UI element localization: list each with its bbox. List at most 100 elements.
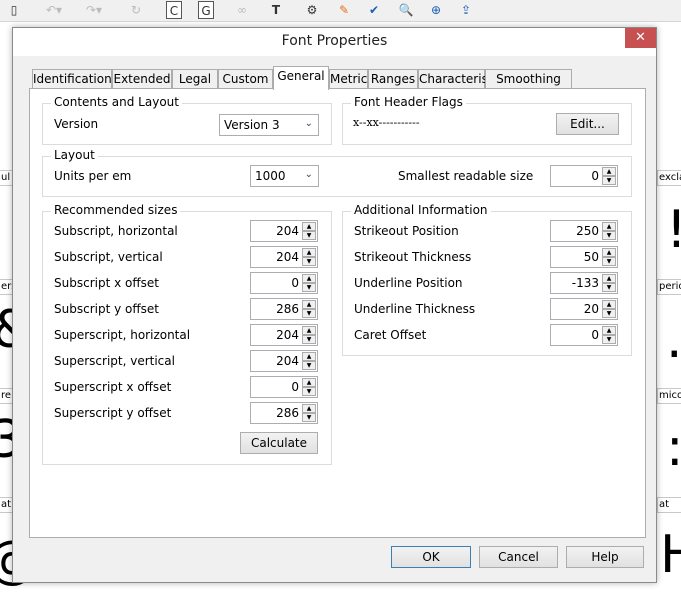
preview-icon[interactable]: 🔍 [396,1,416,19]
close-button[interactable]: ✕ [625,28,656,48]
field-label: Strikeout Position [354,224,459,238]
spin-down-icon[interactable]: ▼ [302,361,316,370]
tab-ranges[interactable]: Ranges [368,69,418,89]
glyph-preview[interactable]: H [660,525,681,585]
spin-up-icon[interactable]: ▲ [602,326,616,335]
value-spinner[interactable]: 204 ▲ ▼ [250,324,318,346]
value-spinner[interactable]: 286 ▲ ▼ [250,402,318,424]
spin-up-icon[interactable]: ▲ [302,326,316,335]
value-spinner[interactable]: 20 ▲ ▼ [550,298,618,320]
value-spinner[interactable]: 0 ▲ ▼ [550,324,618,346]
spin-down-icon[interactable]: ▼ [602,176,616,185]
glyph-preview[interactable]: . [666,310,681,370]
spin-down-icon[interactable]: ▼ [302,335,316,344]
version-select[interactable]: Version 3 ⌄ [219,114,319,136]
value-spinner[interactable]: 50 ▲ ▼ [550,246,618,268]
spinner-value: 20 [583,302,599,316]
value-spinner[interactable]: 250 ▲ ▼ [550,220,618,242]
spin-down-icon[interactable]: ▼ [602,283,616,292]
tab-identification[interactable]: Identification [32,69,112,89]
glyph-preview[interactable]: : [666,418,681,478]
help-button[interactable]: Help [566,546,644,568]
additional-information-group: Additional Information Strikeout Positio… [342,203,632,356]
link-icon[interactable]: ∞ [232,1,252,19]
value-spinner[interactable]: 204 ▲ ▼ [250,220,318,242]
spinner-value: 204 [276,354,299,368]
value-spinner[interactable]: 204 ▲ ▼ [250,246,318,268]
cancel-button[interactable]: Cancel [479,546,558,568]
tab-smoothing[interactable]: Smoothing [485,69,572,89]
spin-down-icon[interactable]: ▼ [302,231,316,240]
spinner-value: 50 [583,250,599,264]
glyph-cell-label: at [657,497,681,513]
units-per-em-select[interactable]: 1000 ⌄ [250,165,319,187]
spin-up-icon[interactable]: ▲ [602,167,616,176]
upload-icon[interactable]: ⇪ [456,1,476,19]
spinner-value: 286 [276,302,299,316]
spin-up-icon[interactable]: ▲ [602,274,616,283]
spinner-value: 204 [276,250,299,264]
contents-layout-group: Contents and Layout Version Version 3 ⌄ [42,95,332,145]
field-label: Subscript, horizontal [54,224,178,238]
field-label: Subscript x offset [54,276,159,290]
tab-legal[interactable]: Legal [172,69,218,89]
tab-metrics[interactable]: Metrics [329,69,374,89]
refresh-icon[interactable]: ↻ [126,1,146,19]
spin-up-icon[interactable]: ▲ [302,274,316,283]
spin-down-icon[interactable]: ▼ [302,283,316,292]
page-icon[interactable]: ▯ [4,1,24,19]
spin-up-icon[interactable]: ▲ [302,222,316,231]
validate-icon[interactable]: ✔ [364,1,384,19]
general-tab-panel: Contents and Layout Version Version 3 ⌄ F… [29,88,646,538]
value-spinner[interactable]: 286 ▲ ▼ [250,298,318,320]
value-spinner[interactable]: -133 ▲ ▼ [550,272,618,294]
calculate-button[interactable]: Calculate [240,432,318,454]
value-spinner[interactable]: 204 ▲ ▼ [250,350,318,372]
field-label: Underline Thickness [354,302,476,316]
spin-up-icon[interactable]: ▲ [302,352,316,361]
web-icon[interactable]: ⊕ [426,1,446,19]
glyph-cell-label: excla [657,170,681,186]
spin-down-icon[interactable]: ▼ [602,335,616,344]
spin-down-icon[interactable]: ▼ [602,257,616,266]
spin-down-icon[interactable]: ▼ [302,309,316,318]
spin-down-icon[interactable]: ▼ [302,387,316,396]
ok-button[interactable]: OK [391,546,471,568]
spin-up-icon[interactable]: ▲ [302,248,316,257]
layout-group: Layout Units per em 1000 ⌄ Smallest reada… [42,148,632,197]
spin-up-icon[interactable]: ▲ [302,378,316,387]
undo-icon[interactable]: ↶▾ [44,1,64,19]
group-title: Font Header Flags [351,95,466,109]
value-spinner[interactable]: 0 ▲ ▼ [250,376,318,398]
spin-up-icon[interactable]: ▲ [602,300,616,309]
spin-up-icon[interactable]: ▲ [302,404,316,413]
spin-up-icon[interactable]: ▲ [602,248,616,257]
redo-icon[interactable]: ↷▾ [84,1,104,19]
glyph-preview[interactable]: ! [666,200,681,260]
group-title: Additional Information [351,203,491,217]
spin-up-icon[interactable]: ▲ [602,222,616,231]
edit-flags-button[interactable]: Edit... [556,113,619,135]
field-label: Underline Position [354,276,463,290]
chevron-down-icon: ⌄ [304,118,313,129]
edit-icon[interactable]: ✎ [334,1,354,19]
spin-down-icon[interactable]: ▼ [302,413,316,422]
spin-up-icon[interactable]: ▲ [302,300,316,309]
transform-icon[interactable]: T [266,1,286,19]
spinner-value: 0 [591,328,599,342]
value-spinner[interactable]: 0 ▲ ▼ [250,272,318,294]
c-glyph-icon[interactable]: C [166,1,182,19]
smallest-readable-size-spinner[interactable]: 0 ▲ ▼ [550,165,618,187]
spin-down-icon[interactable]: ▼ [602,309,616,318]
spin-down-icon[interactable]: ▼ [302,257,316,266]
tab-general[interactable]: General [273,66,329,90]
g-glyph-icon[interactable]: G [198,1,214,19]
toolbar: ▯ ↶▾ ↷▾ ↻ C G ∞ T ⚙ ✎ ✔ 🔍 ⊕ ⇪ [0,0,681,22]
tab-custom[interactable]: Custom [218,69,273,89]
tab-characteristics[interactable]: Characteristics [418,69,509,89]
spinner-value: 204 [276,224,299,238]
font-settings-icon[interactable]: ⚙ [302,1,322,19]
spin-down-icon[interactable]: ▼ [602,231,616,240]
tab-extended[interactable]: Extended [112,69,172,89]
title-bar[interactable]: Font Properties ✕ [13,28,656,56]
